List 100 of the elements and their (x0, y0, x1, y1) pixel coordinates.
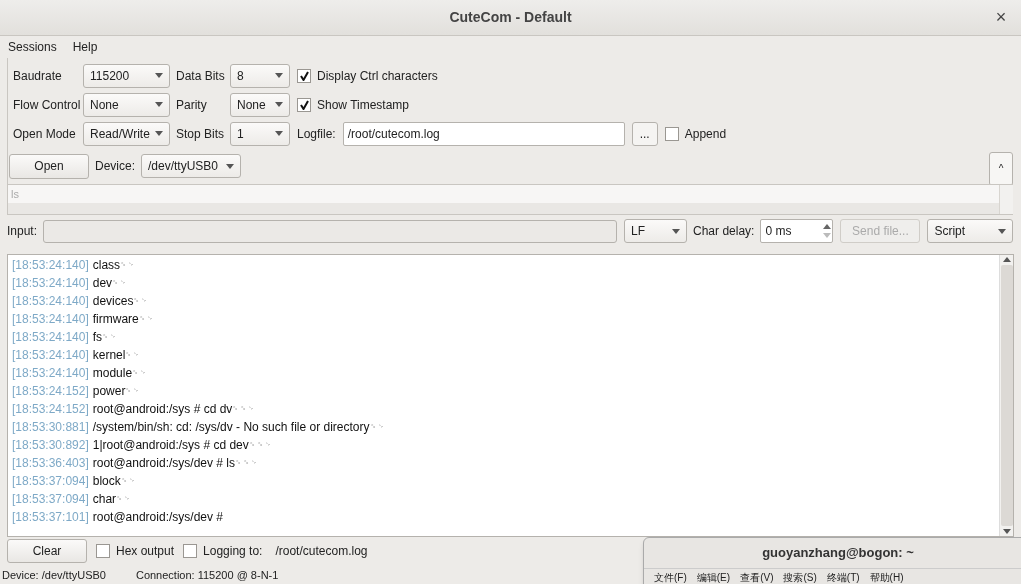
scroll-up-arrow-icon[interactable] (1002, 257, 1011, 262)
dropdown-caret-icon (998, 228, 1007, 234)
dropdown-caret-icon (275, 131, 283, 136)
char-delay-spinbox[interactable]: 0 ms (760, 219, 834, 243)
control-characters: ␍␍␊ (235, 457, 259, 469)
timestamp: [18:53:30:881] (12, 419, 89, 436)
browse-button[interactable]: ... (631, 121, 658, 146)
field-label: Logfile: (297, 125, 336, 143)
dropdown[interactable]: Read/Write (83, 121, 170, 146)
control-characters: ␍␊ (125, 349, 142, 361)
dropdown-caret-icon (155, 73, 163, 78)
menu-item[interactable]: Help (72, 38, 98, 56)
output-line: firmware (92, 311, 139, 328)
spin-arrows-icon[interactable] (822, 222, 833, 240)
control-characters: ␍␍␊ (248, 439, 273, 451)
timestamp: [18:53:37:101] (12, 509, 89, 526)
timestamp: [18:53:24:152] (12, 401, 89, 418)
timestamp: [18:53:24:140] (12, 329, 89, 346)
control-characters: ␍␊ (125, 385, 142, 395)
terminal-menu-item[interactable]: 查看(V) (740, 570, 774, 584)
output-line: power (92, 383, 126, 400)
checkbox[interactable] (96, 544, 110, 558)
timestamp: [18:53:37:094] (12, 473, 89, 490)
control-characters: ␍␊ (133, 295, 150, 307)
checkbox-label: Hex output (116, 543, 175, 560)
collapse-button[interactable]: ^ (989, 151, 1013, 186)
dropdown[interactable]: None (230, 92, 290, 117)
field-label: Baudrate (12, 67, 63, 85)
timestamp: [18:53:24:140] (12, 347, 89, 364)
control-characters: ␍␊ (369, 421, 386, 431)
field-label: Data Bits (175, 67, 226, 85)
output-line: kernel (92, 347, 126, 364)
checkbox-label: Show Timestamp (317, 96, 410, 114)
close-button[interactable]: × (991, 7, 1011, 27)
menu-item[interactable]: Sessions (8, 38, 57, 56)
checkbox-label: Logging to: (203, 543, 263, 560)
open-button[interactable]: Open (9, 153, 89, 179)
terminal-menu-item[interactable]: 帮助(H) (869, 570, 904, 584)
output-line: root@android:/sys/dev # ls (92, 455, 235, 472)
dropdown-caret-icon (155, 102, 163, 107)
checkbox[interactable] (297, 68, 311, 83)
terminal-menu-item[interactable]: 文件(F) (654, 570, 687, 584)
status-connection: Connection: 115200 @ 8-N-1 (135, 567, 279, 583)
checkbox[interactable] (297, 97, 311, 112)
dropdown[interactable]: /dev/ttyUSB0 (141, 154, 241, 178)
checkmark-icon (299, 99, 309, 110)
dropdown[interactable]: Script (927, 219, 1014, 243)
logfile-field[interactable]: /root/cutecom.log (342, 121, 625, 146)
field-label: Parity (175, 96, 208, 114)
checkbox[interactable] (664, 126, 679, 141)
terminal-menu-item[interactable]: 编辑(E) (696, 570, 731, 584)
dropdown-caret-icon (275, 73, 283, 78)
checkbox[interactable] (183, 544, 198, 558)
dropdown-caret-icon (672, 228, 681, 234)
timestamp: [18:53:24:140] (12, 275, 89, 292)
control-characters: ␍␊ (120, 259, 137, 271)
control-characters: ␍␊ (116, 493, 133, 505)
window-title: CuteCom - Default (449, 8, 572, 27)
control-characters: ␍␊ (132, 367, 149, 379)
terminal-menu-item[interactable]: 终端(T) (826, 570, 860, 584)
field-label: Input: (7, 223, 38, 240)
scroll-down-arrow-icon[interactable] (1002, 529, 1011, 534)
control-characters: ␍␊ (120, 475, 137, 487)
dropdown[interactable]: None (83, 92, 170, 117)
field-label: Stop Bits (175, 125, 226, 143)
dropdown[interactable]: 8 (230, 63, 290, 88)
clear-button[interactable]: Clear (7, 539, 87, 563)
timestamp: [18:53:24:140] (12, 257, 89, 274)
output-line: class (92, 257, 121, 274)
timestamp: [18:53:36:403] (12, 455, 89, 472)
control-characters: ␍␍␊ (232, 403, 257, 415)
timestamp: [18:53:24:140] (12, 311, 89, 328)
field-label: Open Mode (12, 125, 77, 143)
scrollbar[interactable] (999, 185, 1013, 214)
log-path: /root/cutecom.log (275, 543, 368, 560)
output-line: devices (92, 293, 134, 310)
checkbox-label: Append (684, 125, 727, 143)
output-line: dev (92, 275, 113, 292)
control-characters: ␍␊ (112, 277, 129, 289)
output-line: root@android:/sys/dev # (92, 509, 223, 526)
field-label: Flow Control (12, 96, 82, 114)
output-line: /system/bin/sh: cd: /sys/dv - No such file or directory (92, 419, 370, 436)
output-line: root@android:/sys # cd dv (92, 401, 233, 418)
output-line: module (92, 365, 133, 382)
timestamp: [18:53:24:140] (12, 293, 89, 310)
dropdown-caret-icon (226, 163, 234, 169)
terminal-title: guoyanzhang@bogon: ~ (762, 544, 914, 563)
timestamp: [18:53:37:094] (12, 491, 89, 508)
dropdown[interactable]: LF (624, 219, 688, 243)
dropdown[interactable]: 1 (230, 121, 290, 146)
timestamp: [18:53:24:152] (12, 383, 89, 400)
dropdown-caret-icon (275, 102, 283, 107)
terminal-menu-item[interactable]: 搜索(S) (783, 570, 817, 584)
field-label: Device: (95, 158, 135, 175)
timestamp: [18:53:24:140] (12, 365, 89, 382)
field-label: Char delay: (693, 223, 755, 240)
control-characters: ␍␊ (138, 313, 155, 325)
output-line: 1|root@android:/sys # cd dev (92, 437, 249, 454)
dropdown[interactable]: 115200 (83, 63, 170, 88)
output-line: block (92, 473, 121, 490)
